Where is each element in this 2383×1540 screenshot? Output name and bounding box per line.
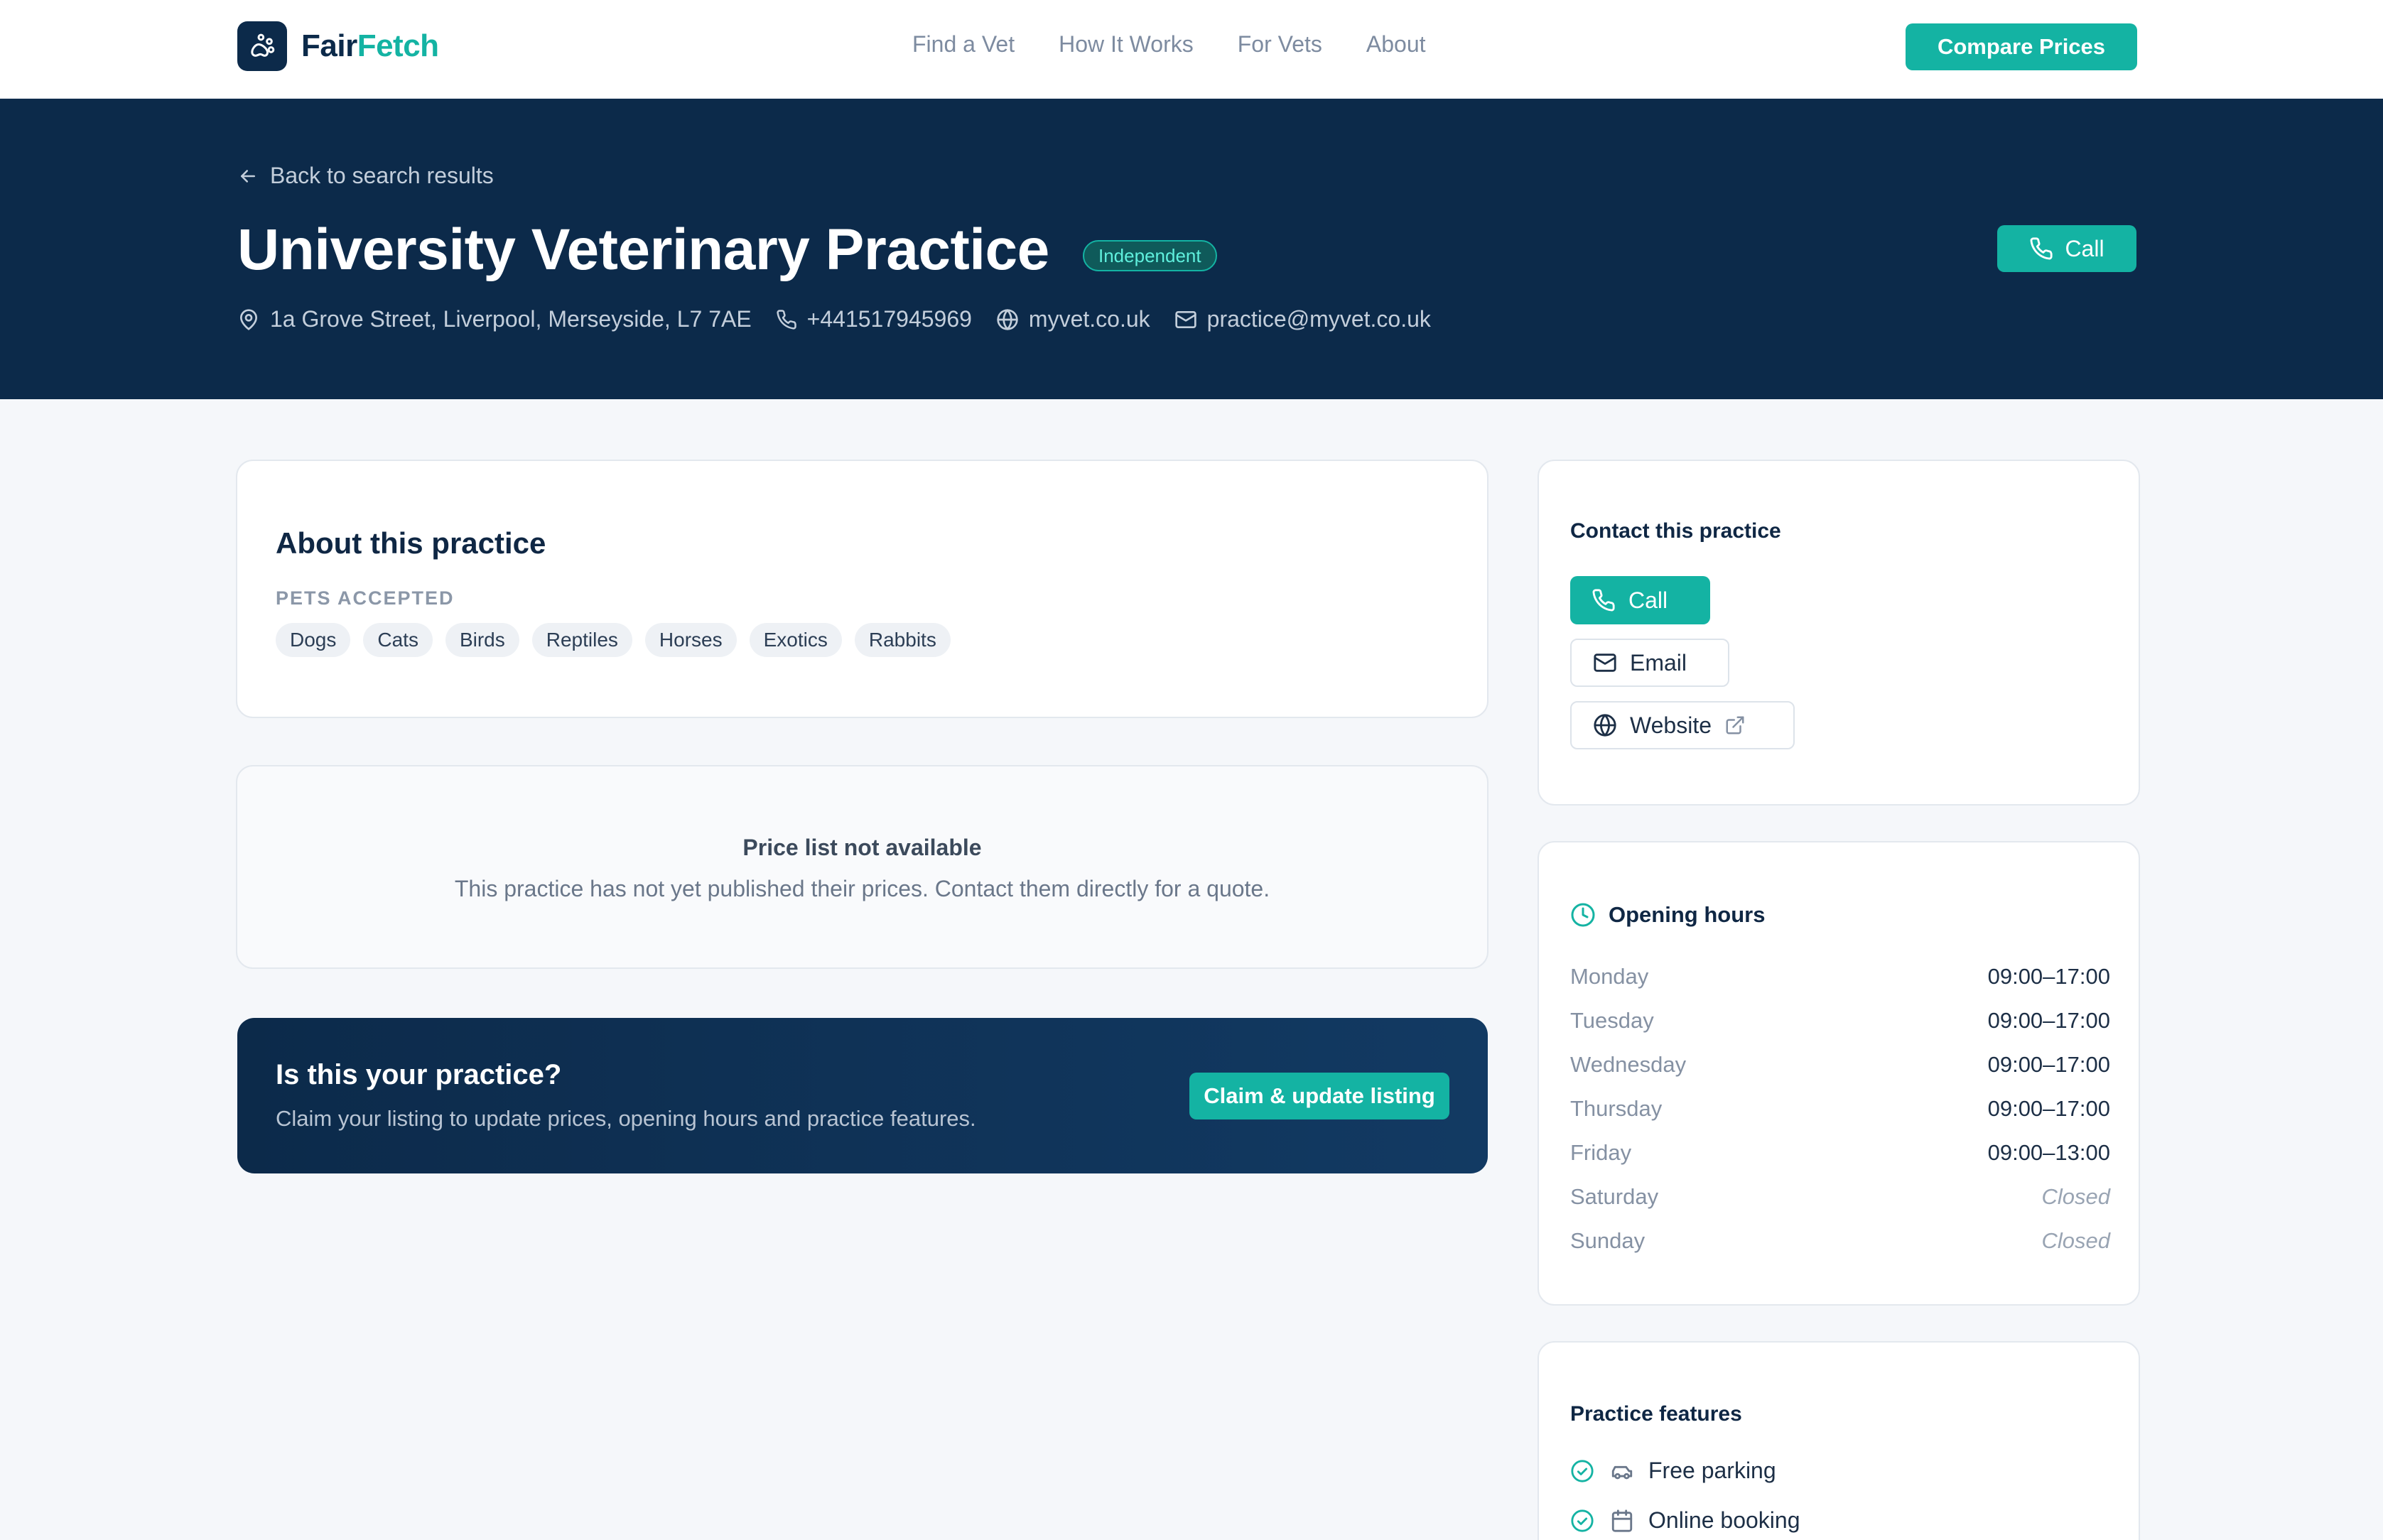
contact-card: Contact this practice Call Email Website bbox=[1538, 460, 2140, 806]
website-text: myvet.co.uk bbox=[1028, 306, 1150, 332]
compare-prices-button[interactable]: Compare Prices bbox=[1906, 23, 2137, 70]
contact-website-label: Website bbox=[1630, 712, 1712, 738]
pet-tag: Cats bbox=[363, 623, 433, 657]
arrow-left-icon bbox=[241, 169, 255, 183]
call-button-label: Call bbox=[2065, 235, 2104, 261]
practice-header: Back to search results University Veteri… bbox=[0, 99, 2383, 399]
mail-icon bbox=[1594, 654, 1616, 672]
about-card: About this practice PETS ACCEPTED Dogs C… bbox=[236, 460, 1488, 718]
price-list-card: Price list not available This practice h… bbox=[236, 765, 1488, 969]
day-hours: 09:00–17:00 bbox=[1987, 1052, 2110, 1077]
hours-row: Friday 09:00–13:00 bbox=[1570, 1131, 2110, 1175]
back-link-label: Back to search results bbox=[270, 163, 494, 188]
day-label: Monday bbox=[1570, 964, 1649, 989]
contact-call-label: Call bbox=[1628, 587, 1668, 613]
map-pin-icon bbox=[240, 308, 257, 330]
pets-accepted-label: PETS ACCEPTED bbox=[276, 587, 455, 609]
pet-tag: Birds bbox=[445, 623, 519, 657]
day-hours: 09:00–13:00 bbox=[1987, 1140, 2110, 1165]
day-hours: 09:00–17:00 bbox=[1987, 1008, 2110, 1033]
email-item[interactable]: practice@myvet.co.uk bbox=[1174, 306, 1431, 332]
day-label: Sunday bbox=[1570, 1228, 1646, 1253]
practice-type-badge: Independent bbox=[1083, 240, 1217, 271]
address-text: 1a Grove Street, Liverpool, Merseyside, … bbox=[270, 306, 752, 332]
main-nav: Find a Vet How It Works For Vets About bbox=[912, 31, 1426, 58]
pet-tag: Exotics bbox=[749, 623, 842, 657]
phone-icon bbox=[777, 309, 796, 330]
feature-label: Free parking bbox=[1648, 1458, 1776, 1483]
day-hours: 09:00–17:00 bbox=[1987, 1096, 2110, 1121]
opening-hours-card: Opening hours Monday 09:00–17:00 Tuesday 0… bbox=[1538, 841, 2140, 1306]
nav-link-for-vets[interactable]: For Vets bbox=[1238, 31, 1322, 58]
opening-hours-list: Monday 09:00–17:00 Tuesday 09:00–17:00 Wed… bbox=[1570, 955, 2110, 1263]
hours-row: Tuesday 09:00–17:00 bbox=[1570, 999, 2110, 1043]
hours-row: Monday 09:00–17:00 bbox=[1570, 955, 2110, 999]
phone-icon bbox=[1592, 589, 1615, 612]
hours-row: Wednesday 09:00–17:00 bbox=[1570, 1043, 2110, 1087]
day-label: Wednesday bbox=[1570, 1052, 1687, 1077]
nav-link-about[interactable]: About bbox=[1366, 31, 1426, 58]
feature-label: Online booking bbox=[1648, 1507, 1800, 1533]
top-navbar: FairFetch Find a Vet How It Works For Ve… bbox=[0, 0, 2383, 99]
day-hours: Closed bbox=[2041, 1184, 2111, 1209]
day-label: Thursday bbox=[1570, 1096, 1663, 1121]
nav-link-find-a-vet[interactable]: Find a Vet bbox=[912, 31, 1015, 58]
pet-tag: Reptiles bbox=[531, 623, 632, 657]
back-link[interactable]: Back to search results bbox=[237, 163, 494, 189]
check-circle-icon bbox=[1571, 1509, 1594, 1532]
globe-icon bbox=[1594, 714, 1616, 737]
contact-email-button[interactable]: Email bbox=[1570, 639, 1729, 687]
day-hours: 09:00–17:00 bbox=[1987, 964, 2110, 989]
hours-row: Saturday Closed bbox=[1570, 1175, 2110, 1219]
claim-listing-button[interactable]: Claim & update listing bbox=[1189, 1073, 1449, 1119]
phone-icon bbox=[2030, 237, 2053, 260]
claim-listing-banner: Is this your practice? Claim your listin… bbox=[237, 1018, 1488, 1173]
hours-row: Sunday Closed bbox=[1570, 1219, 2110, 1263]
practice-name: University Veterinary Practice bbox=[237, 217, 1049, 282]
contact-meta: 1a Grove Street, Liverpool, Merseyside, … bbox=[237, 306, 1455, 332]
paw-icon bbox=[237, 21, 287, 71]
contact-title: Contact this practice bbox=[1570, 519, 1781, 543]
day-hours: Closed bbox=[2041, 1228, 2111, 1253]
day-label: Tuesday bbox=[1570, 1008, 1654, 1033]
contact-email-label: Email bbox=[1630, 649, 1687, 676]
hours-row: Thursday 09:00–17:00 bbox=[1570, 1087, 2110, 1131]
address-item: 1a Grove Street, Liverpool, Merseyside, … bbox=[237, 306, 752, 332]
practice-features-card: Practice features Free parking Online bo… bbox=[1538, 1341, 2140, 1540]
contact-website-button[interactable]: Website bbox=[1570, 701, 1795, 749]
mail-icon bbox=[1174, 310, 1196, 328]
claim-title: Is this your practice? bbox=[276, 1059, 562, 1090]
day-label: Friday bbox=[1570, 1140, 1632, 1165]
about-title: About this practice bbox=[276, 526, 546, 560]
brand-name: FairFetch bbox=[301, 28, 439, 63]
globe-icon bbox=[997, 308, 1018, 330]
website-item[interactable]: myvet.co.uk bbox=[996, 306, 1150, 332]
clock-icon bbox=[1571, 903, 1595, 927]
pet-tag: Dogs bbox=[276, 623, 351, 657]
opening-hours-title: Opening hours bbox=[1609, 902, 1766, 927]
day-label: Saturday bbox=[1570, 1184, 1659, 1209]
feature-item: Free parking bbox=[1570, 1458, 1776, 1484]
pet-tag: Rabbits bbox=[854, 623, 951, 657]
pet-tag: Horses bbox=[644, 623, 737, 657]
calendar-icon bbox=[1611, 1509, 1633, 1532]
check-circle-icon bbox=[1571, 1459, 1594, 1482]
opening-hours-header: Opening hours bbox=[1570, 902, 1765, 928]
pets-list: Dogs Cats Birds Reptiles Horses Exotics … bbox=[276, 623, 951, 657]
price-unavailable-title: Price list not available bbox=[742, 835, 982, 860]
brand-logo[interactable]: FairFetch bbox=[237, 21, 439, 71]
price-unavailable-message: This practice has not yet published thei… bbox=[454, 876, 1270, 901]
feature-item: Online booking bbox=[1570, 1507, 1800, 1534]
claim-subtitle: Claim your listing to update prices, ope… bbox=[276, 1106, 976, 1131]
nav-link-how-it-works[interactable]: How It Works bbox=[1059, 31, 1194, 58]
email-text: practice@myvet.co.uk bbox=[1206, 306, 1431, 332]
practice-features-title: Practice features bbox=[1570, 1402, 1742, 1426]
external-link-icon bbox=[1726, 716, 1744, 734]
call-button-header[interactable]: Call bbox=[1997, 225, 2136, 272]
car-icon bbox=[1611, 1465, 1633, 1479]
contact-call-button[interactable]: Call bbox=[1570, 576, 1710, 624]
phone-text: +441517945969 bbox=[806, 306, 972, 332]
phone-item[interactable]: +441517945969 bbox=[776, 306, 972, 332]
